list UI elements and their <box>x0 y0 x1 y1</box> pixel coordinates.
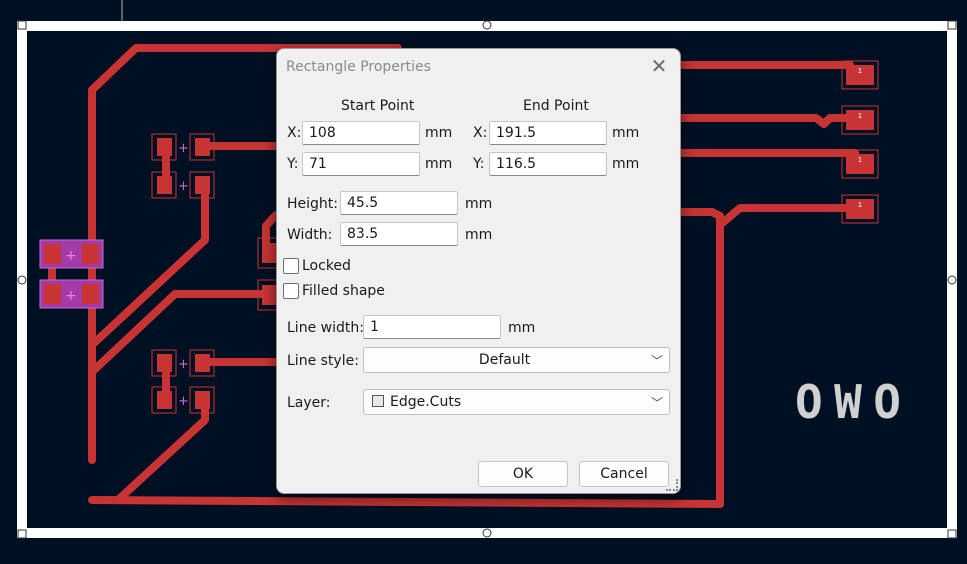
start-y-unit: mm <box>425 156 453 172</box>
layer-value: Edge.Cuts <box>390 394 462 410</box>
chevron-down-icon: ﹀ <box>650 396 663 410</box>
width-unit: mm <box>465 227 493 243</box>
svg-text:+: + <box>178 357 189 372</box>
line-width-label: Line width: <box>287 320 364 336</box>
start-x-unit: mm <box>425 125 453 141</box>
line-width-unit: mm <box>508 320 536 336</box>
end-x-unit: mm <box>612 125 640 141</box>
end-x-label: X: <box>473 125 488 141</box>
pad-label: 1 <box>858 112 862 120</box>
ok-button[interactable]: OK <box>478 461 568 487</box>
cancel-button[interactable]: Cancel <box>579 461 669 487</box>
svg-text:+: + <box>178 179 189 194</box>
width-label: Width: <box>287 227 333 243</box>
svg-text:+: + <box>178 394 189 409</box>
filled-shape-label: Filled shape <box>302 283 385 299</box>
start-y-label: Y: <box>287 156 299 172</box>
height-label: Height: <box>287 196 338 212</box>
locked-label: Locked <box>302 258 351 274</box>
start-y-input[interactable]: 71 <box>302 152 420 176</box>
svg-text:+: + <box>65 248 77 264</box>
dialog-title: Rectangle Properties <box>286 59 431 75</box>
height-unit: mm <box>465 196 493 212</box>
line-style-value: Default <box>478 352 531 368</box>
end-y-input[interactable]: 116.5 <box>489 152 607 176</box>
start-x-label: X: <box>287 125 302 141</box>
end-x-input[interactable]: 191.5 <box>489 121 607 145</box>
svg-text:+: + <box>65 288 77 304</box>
end-point-header: End Point <box>523 98 589 114</box>
start-x-input[interactable]: 108 <box>302 121 420 145</box>
resize-grip-icon[interactable] <box>666 479 678 491</box>
locked-checkbox[interactable] <box>283 258 299 274</box>
silkscreen-text[interactable]: OWO <box>795 375 901 429</box>
pad-label: 1 <box>858 201 862 209</box>
layer-color-swatch <box>372 395 384 407</box>
chevron-down-icon: ﹀ <box>650 354 663 368</box>
filled-shape-checkbox[interactable] <box>283 283 299 299</box>
layer-select[interactable]: Edge.Cuts ﹀ <box>363 389 670 415</box>
layer-label: Layer: <box>287 395 331 411</box>
close-icon[interactable]: ✕ <box>650 56 668 76</box>
end-y-label: Y: <box>473 156 485 172</box>
start-point-header: Start Point <box>341 98 415 114</box>
rectangle-properties-dialog: Rectangle Properties ✕ Start Point X: 10… <box>276 48 681 494</box>
line-style-label: Line style: <box>287 353 359 369</box>
end-y-unit: mm <box>612 156 640 172</box>
line-width-input[interactable]: 1 <box>363 315 501 339</box>
pad-label: 1 <box>858 156 862 164</box>
height-input[interactable]: 45.5 <box>340 191 458 215</box>
line-style-select[interactable]: Default ﹀ <box>363 347 670 373</box>
width-input[interactable]: 83.5 <box>340 222 458 246</box>
svg-text:+: + <box>178 141 189 156</box>
pad-label: 1 <box>858 67 862 75</box>
